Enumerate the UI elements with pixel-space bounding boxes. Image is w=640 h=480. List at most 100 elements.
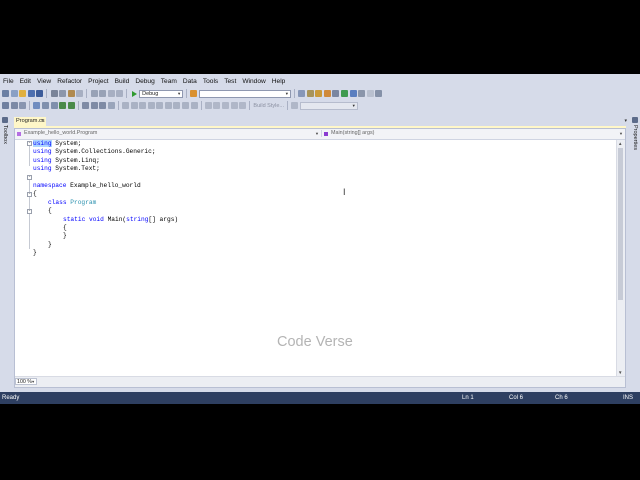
uncomment-icon[interactable] <box>67 102 75 109</box>
find-combo[interactable]: ▼ <box>198 89 291 98</box>
save-all-icon[interactable] <box>36 90 44 97</box>
toolbar-separator <box>77 101 79 110</box>
navigate-back-icon[interactable] <box>107 90 115 97</box>
increase-indent-icon[interactable] <box>50 102 58 109</box>
menu-project[interactable]: Project <box>85 78 112 85</box>
align-right-icon[interactable] <box>147 102 155 109</box>
align-middle-icon[interactable] <box>164 102 172 109</box>
redo-icon[interactable] <box>99 90 107 97</box>
bold-icon[interactable] <box>204 102 212 109</box>
make-same-size-icon[interactable] <box>182 102 190 109</box>
collapse-method-icon[interactable]: - <box>27 209 32 214</box>
code-line-1: using System; <box>33 140 82 147</box>
size-to-grid-icon[interactable] <box>190 102 198 109</box>
decrease-indent-icon[interactable] <box>41 102 49 109</box>
target-rule-select[interactable]: ▼ <box>299 101 358 110</box>
menu-edit[interactable]: Edit <box>17 78 34 85</box>
more-tools-icon[interactable] <box>366 90 374 97</box>
parameter-info-icon[interactable] <box>10 102 18 109</box>
extension-manager-icon[interactable] <box>332 90 340 97</box>
solution-configuration-select[interactable]: Debug ▼ <box>139 89 184 98</box>
menu-data[interactable]: Data <box>180 78 200 85</box>
open-folder-icon[interactable] <box>19 90 27 97</box>
tab-program-cs[interactable]: Program.cs × <box>14 117 46 126</box>
code-line-14: } <box>33 249 37 257</box>
delete-icon[interactable] <box>76 90 84 97</box>
next-bookmark-icon[interactable] <box>99 102 107 109</box>
member-dropdown[interactable]: Main(string[] args) ▼ <box>321 130 625 137</box>
new-project-icon[interactable] <box>2 90 9 97</box>
toolbar-separator <box>200 101 202 110</box>
style-application-icon[interactable] <box>291 102 299 109</box>
menu-test[interactable]: Test <box>221 78 239 85</box>
start-page-icon[interactable] <box>341 90 349 97</box>
scroll-down-icon[interactable]: ▼ <box>618 370 622 375</box>
close-icon[interactable]: × <box>41 117 44 126</box>
status-character: Ch 6 <box>555 395 568 401</box>
solution-explorer-icon[interactable] <box>298 90 306 97</box>
find-in-files-icon[interactable] <box>190 90 198 97</box>
paste-icon[interactable] <box>67 90 75 97</box>
options-icon[interactable] <box>358 90 366 97</box>
toolbox-icon[interactable] <box>323 90 331 97</box>
i-beam-cursor: I <box>343 187 346 197</box>
quick-info-icon[interactable] <box>19 102 27 109</box>
zoom-level-select[interactable]: 100 % ▼ <box>15 378 37 385</box>
member-list-icon[interactable] <box>2 102 9 109</box>
copy-icon[interactable] <box>59 90 67 97</box>
properties-window-icon[interactable] <box>306 90 314 97</box>
menu-debug[interactable]: Debug <box>132 78 157 85</box>
toggle-bookmark-icon[interactable] <box>81 102 89 109</box>
horizontal-scrollbar[interactable]: 100 % ▼ <box>15 376 625 387</box>
command-window-icon[interactable] <box>349 90 357 97</box>
type-dropdown[interactable]: Example_hello_world.Program ▼ <box>15 130 321 137</box>
menu-refactor[interactable]: Refactor <box>54 78 85 85</box>
menu-file[interactable]: File <box>0 78 17 85</box>
configuration-value: Debug <box>142 90 159 97</box>
layout-icon[interactable] <box>121 102 129 109</box>
toolbox-icon <box>2 117 8 123</box>
align-top-icon[interactable] <box>156 102 164 109</box>
toolbar-separator <box>186 89 188 98</box>
tab-list-chevron-icon[interactable]: ▾ <box>624 118 627 124</box>
object-browser-icon[interactable] <box>315 90 323 97</box>
word-completion-icon[interactable] <box>33 102 41 109</box>
clear-bookmarks-icon[interactable] <box>107 102 115 109</box>
start-debugging-icon[interactable] <box>131 90 137 97</box>
menu-build[interactable]: Build <box>112 78 133 85</box>
status-ready: Ready <box>2 395 20 401</box>
toolbar-overflow-icon[interactable] <box>375 90 383 97</box>
status-column: Col 6 <box>509 395 524 401</box>
undo-icon[interactable] <box>90 90 98 97</box>
previous-bookmark-icon[interactable] <box>90 102 98 109</box>
menu-window[interactable]: Window <box>239 78 268 85</box>
properties-tool-window-tab[interactable]: Properties <box>630 116 640 196</box>
scroll-up-icon[interactable]: ▲ <box>618 141 622 146</box>
italic-icon[interactable] <box>213 102 221 109</box>
toolbar-separator <box>126 89 128 98</box>
menu-help[interactable]: Help <box>269 78 289 85</box>
code-text-area[interactable]: - - - - using System; using System.Colle… <box>15 140 618 375</box>
code-line-2: using System.Collections.Generic; <box>33 148 156 156</box>
align-bottom-icon[interactable] <box>173 102 181 109</box>
cut-icon[interactable] <box>50 90 58 97</box>
navigate-forward-icon[interactable] <box>116 90 124 97</box>
menu-team[interactable]: Team <box>158 78 180 85</box>
build-style-button[interactable]: Build Style... <box>253 103 284 109</box>
scrollbar-thumb[interactable] <box>618 148 623 300</box>
align-center-icon[interactable] <box>139 102 147 109</box>
background-color-icon[interactable] <box>239 102 247 109</box>
vertical-scrollbar[interactable]: ▲ ▼ <box>616 140 625 376</box>
menu-view[interactable]: View <box>34 78 54 85</box>
underline-icon[interactable] <box>222 102 230 109</box>
collapse-class-icon[interactable]: - <box>27 192 32 197</box>
menu-tools[interactable]: Tools <box>200 78 221 85</box>
comment-out-icon[interactable] <box>59 102 67 109</box>
add-item-icon[interactable] <box>10 90 18 97</box>
toolbox-tool-window-tab[interactable]: Toolbox <box>0 116 10 196</box>
font-color-icon[interactable] <box>230 102 238 109</box>
code-editor[interactable]: Example_hello_world.Program ▼ Main(strin… <box>14 128 626 388</box>
chevron-down-icon: ▼ <box>619 131 623 136</box>
save-icon[interactable] <box>27 90 35 97</box>
align-left-icon[interactable] <box>130 102 138 109</box>
